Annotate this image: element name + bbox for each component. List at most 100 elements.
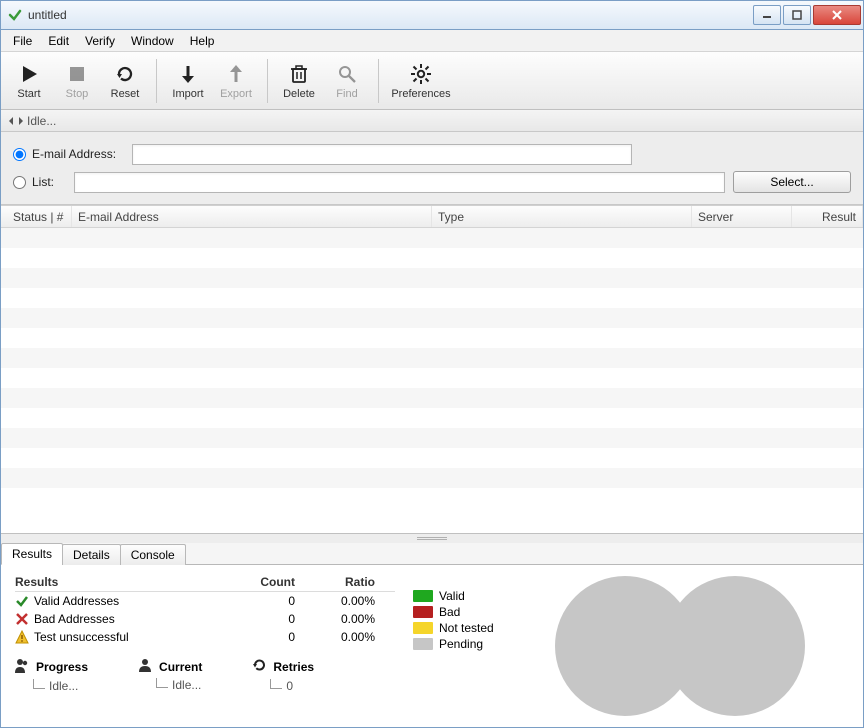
menu-verify[interactable]: Verify <box>77 31 123 51</box>
row-bad-ratio: 0.00% <box>295 612 375 626</box>
status-text: Idle... <box>27 114 56 128</box>
stop-button: Stop <box>53 55 101 107</box>
retries-label: Retries <box>273 660 314 674</box>
pie-chart <box>512 575 849 717</box>
row-valid-count: 0 <box>215 594 295 608</box>
trash-icon <box>287 62 311 86</box>
col-type[interactable]: Type <box>432 206 692 227</box>
table-row <box>1 488 863 508</box>
menu-edit[interactable]: Edit <box>40 31 77 51</box>
person-icon <box>138 658 154 675</box>
idle-icon <box>9 116 23 126</box>
legend-pending: Pending <box>439 637 483 651</box>
play-icon <box>17 62 41 86</box>
person-icon <box>15 658 31 676</box>
warning-icon <box>15 630 29 644</box>
close-button[interactable] <box>813 5 861 25</box>
swatch-bad <box>413 606 433 618</box>
table-row <box>1 308 863 328</box>
col-status[interactable]: Status | # <box>7 206 72 227</box>
delete-button[interactable]: Delete <box>275 55 323 107</box>
row-unsuccessful-ratio: 0.00% <box>295 630 375 644</box>
titlebar: untitled <box>0 0 864 30</box>
swatch-pending <box>413 638 433 650</box>
results-head-ratio: Ratio <box>295 575 375 589</box>
tab-details[interactable]: Details <box>62 544 121 565</box>
table-row <box>1 288 863 308</box>
start-label: Start <box>17 88 40 100</box>
preferences-button[interactable]: Preferences <box>386 55 456 107</box>
table-row <box>1 428 863 448</box>
results-head-count: Count <box>215 575 295 589</box>
status-strip: Idle... <box>1 110 863 132</box>
email-label: E-mail Address: <box>32 147 132 161</box>
legend-not-tested: Not tested <box>439 621 494 635</box>
results-table: Status | # E-mail Address Type Server Re… <box>1 205 863 534</box>
reset-button[interactable]: Reset <box>101 55 149 107</box>
row-valid-ratio: 0.00% <box>295 594 375 608</box>
splitter[interactable] <box>1 534 863 543</box>
row-unsuccessful-count: 0 <box>215 630 295 644</box>
check-icon <box>15 594 29 608</box>
legend: Valid Bad Not tested Pending <box>413 575 494 717</box>
maximize-button[interactable] <box>783 5 811 25</box>
current-value: Idle... <box>172 678 201 692</box>
table-body <box>1 228 863 533</box>
row-bad-label: Bad Addresses <box>34 612 115 626</box>
table-row <box>1 468 863 488</box>
row-valid-label: Valid Addresses <box>34 594 119 608</box>
table-row <box>1 328 863 348</box>
table-header: Status | # E-mail Address Type Server Re… <box>1 206 863 228</box>
menubar: File Edit Verify Window Help <box>1 30 863 52</box>
col-server[interactable]: Server <box>692 206 792 227</box>
tab-results[interactable]: Results <box>1 543 63 565</box>
retries-value: 0 <box>286 679 293 693</box>
window-title: untitled <box>28 8 753 22</box>
find-button: Find <box>323 55 371 107</box>
email-radio[interactable] <box>13 148 26 161</box>
tabs: Results Details Console <box>1 543 863 565</box>
list-radio[interactable] <box>13 176 26 189</box>
legend-bad: Bad <box>439 605 460 619</box>
input-panel: E-mail Address: List: Select... <box>1 132 863 205</box>
current-label: Current <box>159 660 202 674</box>
toolbar: Start Stop Reset Import Export <box>1 52 863 110</box>
gear-icon <box>409 62 433 86</box>
menu-window[interactable]: Window <box>123 31 182 51</box>
refresh-icon <box>113 62 137 86</box>
import-button[interactable]: Import <box>164 55 212 107</box>
progress-label: Progress <box>36 660 88 674</box>
reset-label: Reset <box>111 88 140 100</box>
table-row <box>1 268 863 288</box>
minimize-button[interactable] <box>753 5 781 25</box>
search-icon <box>335 62 359 86</box>
delete-label: Delete <box>283 88 315 100</box>
select-button[interactable]: Select... <box>733 171 851 193</box>
x-icon <box>15 612 29 626</box>
table-row <box>1 348 863 368</box>
stop-label: Stop <box>66 88 89 100</box>
email-input[interactable] <box>132 144 632 165</box>
tab-console[interactable]: Console <box>120 544 186 565</box>
retry-icon <box>252 658 268 676</box>
list-label: List: <box>32 175 74 189</box>
col-email[interactable]: E-mail Address <box>72 206 432 227</box>
export-label: Export <box>220 88 252 100</box>
menu-help[interactable]: Help <box>182 31 223 51</box>
legend-valid: Valid <box>439 589 465 603</box>
results-head-results: Results <box>15 575 215 589</box>
export-icon <box>224 62 248 86</box>
bottom-panel: Results Details Console Results Count Ra… <box>1 543 863 727</box>
menu-file[interactable]: File <box>5 31 40 51</box>
list-input[interactable] <box>74 172 725 193</box>
swatch-not-tested <box>413 622 433 634</box>
start-button[interactable]: Start <box>5 55 53 107</box>
row-bad-count: 0 <box>215 612 295 626</box>
table-row <box>1 388 863 408</box>
row-unsuccessful-label: Test unsuccessful <box>34 630 129 644</box>
app-icon <box>7 7 23 23</box>
preferences-label: Preferences <box>391 88 450 100</box>
col-result[interactable]: Result <box>792 206 863 227</box>
table-row <box>1 448 863 468</box>
find-label: Find <box>336 88 357 100</box>
